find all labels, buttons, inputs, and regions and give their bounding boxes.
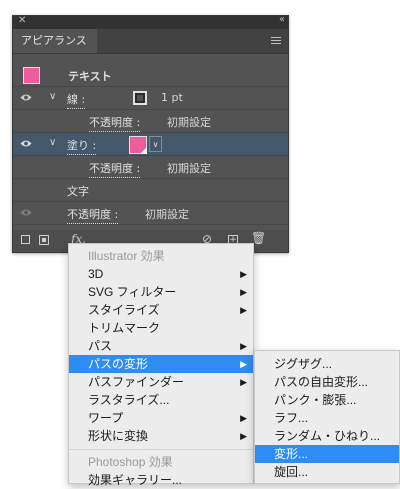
menu-item-effect-gallery[interactable]: 効果ギャラリー... xyxy=(69,471,253,489)
fill-swatch[interactable] xyxy=(129,136,147,154)
eye-icon[interactable] xyxy=(20,139,32,148)
chevron-down-icon[interactable]: ∨ xyxy=(49,137,56,148)
fill-row[interactable]: ∨ 塗り : ∨ xyxy=(13,133,288,156)
menu-item-stylize[interactable]: スタイライズ ▶ xyxy=(69,301,253,319)
stroke-opacity-label[interactable]: 不透明度 : xyxy=(89,114,141,132)
submenu-arrow-icon: ▶ xyxy=(240,413,247,423)
effects-menu: Illustrator 効果 3D ▶ SVG フィルター ▶ スタイライズ ▶ トリ… xyxy=(68,243,254,487)
object-color-swatch xyxy=(23,67,40,84)
chevron-down-icon[interactable]: ∨ xyxy=(49,91,56,102)
stroke-row[interactable]: ∨ 線 : 1 pt xyxy=(13,87,288,110)
opacity-row[interactable]: 不透明度 : 初期設定 xyxy=(13,202,288,225)
collapse-icon[interactable]: ‹‹ xyxy=(279,14,285,25)
menu-item-svg-filter[interactable]: SVG フィルター ▶ xyxy=(69,283,253,301)
close-icon[interactable]: ✕ xyxy=(18,15,26,26)
menu-item-pathfinder[interactable]: パスファインダー ▶ xyxy=(69,373,253,391)
menu-item-path[interactable]: パス ▶ xyxy=(69,337,253,355)
eye-icon[interactable] xyxy=(20,93,32,102)
stroke-label[interactable]: 線 : xyxy=(67,91,86,109)
menu-item-rasterize[interactable]: ラスタライズ... xyxy=(69,391,253,409)
stroke-opacity-row[interactable]: 不透明度 : 初期設定 xyxy=(13,110,288,133)
menu-item-tweak[interactable]: ランダム・ひねり... xyxy=(255,427,399,445)
menu-item-free-distort[interactable]: パスの自由変形... xyxy=(255,373,399,391)
menu-item-trim-marks[interactable]: トリムマーク xyxy=(69,319,253,337)
fill-opacity-value: 初期設定 xyxy=(167,162,211,175)
characters-row[interactable]: 文字 xyxy=(13,179,288,202)
menu-separator xyxy=(69,449,253,450)
menu-item-distort-transform[interactable]: パスの変形 ▶ xyxy=(69,355,253,373)
fill-dropdown-chevron-icon[interactable]: ∨ xyxy=(149,136,162,152)
fill-label[interactable]: 塗り : xyxy=(67,137,97,155)
stroke-swatch[interactable] xyxy=(133,91,147,105)
distort-transform-submenu: ジグザグ... パスの自由変形... パンク・膨張... ラフ... ランダム・… xyxy=(254,350,400,484)
stroke-weight-value[interactable]: 1 pt xyxy=(161,91,183,104)
submenu-arrow-icon: ▶ xyxy=(240,377,247,387)
submenu-arrow-icon: ▶ xyxy=(240,269,247,279)
submenu-arrow-icon: ▶ xyxy=(240,431,247,441)
photoshop-effects-header: Photoshop 効果 xyxy=(88,455,173,469)
illustrator-effects-header: Illustrator 効果 xyxy=(88,249,165,263)
menu-item-twist[interactable]: 旋回... xyxy=(255,463,399,481)
menu-item-convert-to-shape[interactable]: 形状に変換 ▶ xyxy=(69,427,253,445)
menu-item-roughen[interactable]: ラフ... xyxy=(255,409,399,427)
menu-item-warp[interactable]: ワープ ▶ xyxy=(69,409,253,427)
menu-item-3d[interactable]: 3D ▶ xyxy=(69,265,253,283)
add-stroke-icon[interactable] xyxy=(21,235,30,244)
submenu-arrow-icon: ▶ xyxy=(240,305,247,315)
eye-icon[interactable] xyxy=(20,208,32,217)
fill-opacity-label[interactable]: 不透明度 : xyxy=(89,160,141,178)
appearance-panel: ✕ ‹‹ アピアランス テキスト ∨ 線 : 1 pt 不透明度 : 初期設定 … xyxy=(12,14,289,253)
object-row[interactable]: テキスト xyxy=(13,64,288,87)
panel-tabbar: アピアランス xyxy=(13,29,288,54)
object-label: テキスト xyxy=(68,70,112,83)
characters-label: 文字 xyxy=(67,185,89,198)
panel-menu-icon[interactable] xyxy=(271,37,281,46)
submenu-arrow-icon: ▶ xyxy=(240,359,247,369)
fill-opacity-row[interactable]: 不透明度 : 初期設定 xyxy=(13,156,288,179)
menu-item-zig-zag[interactable]: ジグザグ... xyxy=(255,355,399,373)
panel-titlebar: ✕ ‹‹ xyxy=(13,14,288,29)
menu-item-transform[interactable]: 変形... xyxy=(255,445,399,463)
stroke-opacity-value: 初期設定 xyxy=(167,116,211,129)
tab-appearance[interactable]: アピアランス xyxy=(13,29,97,53)
opacity-label[interactable]: 不透明度 : xyxy=(67,206,119,224)
add-fill-icon[interactable] xyxy=(39,235,49,245)
opacity-value: 初期設定 xyxy=(145,208,189,221)
submenu-arrow-icon: ▶ xyxy=(240,341,247,351)
menu-item-pucker-bloat[interactable]: パンク・膨張... xyxy=(255,391,399,409)
submenu-arrow-icon: ▶ xyxy=(240,287,247,297)
